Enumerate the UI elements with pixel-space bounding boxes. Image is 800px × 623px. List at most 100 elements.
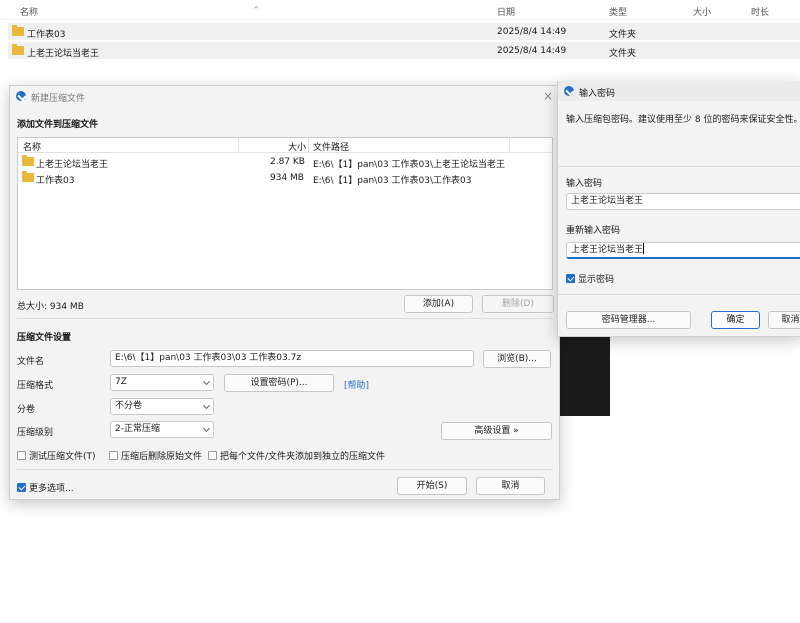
password-input[interactable]: 上老王论坛当老王 xyxy=(566,193,800,210)
add-files-heading: 添加文件到压缩文件 xyxy=(17,120,99,130)
header-name[interactable]: 名称 xyxy=(23,140,41,153)
cancel-button[interactable]: 取消 xyxy=(476,477,545,495)
folder-icon xyxy=(12,44,24,57)
item-path: E:\6\【1】pan\03 工作表03\上老王论坛当老王 xyxy=(313,160,505,170)
cancel-button[interactable]: 取消 xyxy=(768,311,800,329)
ok-button[interactable]: 确定 xyxy=(711,311,760,329)
item-path: E:\6\【1】pan\03 工作表03\工作表03 xyxy=(313,176,472,186)
split-select[interactable]: 不分卷 xyxy=(110,398,214,415)
sort-chevron-icon: ^ xyxy=(253,5,260,14)
row-type: 文件夹 xyxy=(609,30,637,40)
dialog-titlebar[interactable]: 输入密码 xyxy=(558,81,800,101)
test-archive-checkbox[interactable]: 测试压缩文件(T) xyxy=(17,449,96,462)
header-path[interactable]: 文件路径 xyxy=(313,140,349,153)
format-label: 压缩格式 xyxy=(17,381,54,391)
reenter-password-label: 重新输入密码 xyxy=(566,226,621,236)
advanced-settings-button[interactable]: 高级设置 » xyxy=(441,422,552,440)
delete-after-checkbox[interactable]: 压缩后删除原始文件 xyxy=(109,449,202,462)
chevron-down-icon xyxy=(202,424,211,433)
column-duration[interactable]: 时长 xyxy=(751,5,769,18)
chevron-down-icon xyxy=(202,401,211,410)
item-name: 工作表03 xyxy=(36,176,75,186)
divider xyxy=(17,469,553,470)
checkbox-checked-icon xyxy=(566,274,575,283)
chevron-down-icon xyxy=(202,377,211,386)
column-type[interactable]: 类型 xyxy=(609,5,627,18)
set-password-button[interactable]: 设置密码(P)... xyxy=(224,374,334,392)
text-caret xyxy=(643,243,645,254)
row-name: 上老王论坛当老王 xyxy=(27,49,100,59)
list-item[interactable]: 上老王论坛当老王 2.87 KB E:\6\【1】pan\03 工作表03\上老… xyxy=(18,155,552,171)
more-options-checkbox[interactable]: 更多选项... xyxy=(17,481,74,494)
row-name: 工作表03 xyxy=(27,30,66,40)
app-icon xyxy=(564,86,574,96)
reenter-password-input[interactable]: 上老王论坛当老王 xyxy=(566,242,800,259)
dialog-title: 输入密码 xyxy=(579,89,616,99)
row-type: 文件夹 xyxy=(609,49,637,59)
close-icon[interactable]: × xyxy=(543,89,553,103)
archive-settings-heading: 压缩文件设置 xyxy=(17,333,72,343)
format-value: 7Z xyxy=(115,377,127,387)
filename-label: 文件名 xyxy=(17,357,45,367)
divider xyxy=(558,166,800,167)
folder-icon xyxy=(22,171,34,184)
delete-button[interactable]: 删除(D) xyxy=(482,295,554,313)
checkbox-label: 测试压缩文件(T) xyxy=(29,452,96,462)
column-size[interactable]: 大小 xyxy=(693,5,711,18)
row-date: 2025/8/4 14:49 xyxy=(497,27,567,37)
level-select[interactable]: 2-正常压缩 xyxy=(110,421,214,438)
password-value: 上老王论坛当老王 xyxy=(571,196,644,206)
background-window xyxy=(556,330,610,416)
format-select[interactable]: 7Z xyxy=(110,374,214,391)
level-value: 2-正常压缩 xyxy=(115,424,160,434)
new-archive-dialog: 新建压缩文件 × 添加文件到压缩文件 名称 大小 文件路径 上老王论坛当老王 2… xyxy=(9,85,560,500)
list-item[interactable]: 工作表03 934 MB E:\6\【1】pan\03 工作表03\工作表03 xyxy=(18,171,552,187)
item-size: 934 MB xyxy=(270,173,304,183)
folder-icon xyxy=(22,155,34,168)
column-divider[interactable] xyxy=(238,138,239,153)
dialog-titlebar[interactable]: 新建压缩文件 × xyxy=(10,86,559,106)
app-icon xyxy=(16,91,26,101)
password-dialog: 输入密码 输入压缩包密码。建议使用至少 8 位的密码来保证安全性。 输入密码 上… xyxy=(557,81,800,337)
split-label: 分卷 xyxy=(17,405,36,415)
help-link[interactable]: [帮助] xyxy=(344,378,369,391)
checkbox-label: 显示密码 xyxy=(578,275,615,285)
row-date: 2025/8/4 14:49 xyxy=(497,46,567,56)
browse-button[interactable]: 浏览(B)... xyxy=(483,350,551,368)
checkbox-icon xyxy=(208,451,217,460)
item-size: 2.87 KB xyxy=(270,157,305,167)
checkbox-icon xyxy=(17,451,26,460)
file-explorer-list: 名称 ^ 日期 类型 大小 时长 工作表03 2025/8/4 14:49 文件… xyxy=(0,0,800,70)
checkbox-label: 把每个文件/文件夹添加到独立的压缩文件 xyxy=(220,452,386,462)
split-value: 不分卷 xyxy=(115,401,143,411)
password-manager-button[interactable]: 密码管理器... xyxy=(566,311,691,329)
column-name[interactable]: 名称 xyxy=(20,5,38,18)
separate-archives-checkbox[interactable]: 把每个文件/文件夹添加到独立的压缩文件 xyxy=(208,449,385,462)
dialog-title: 新建压缩文件 xyxy=(31,94,86,104)
start-button[interactable]: 开始(S) xyxy=(397,477,467,495)
item-name: 上老王论坛当老王 xyxy=(36,160,109,170)
explorer-row[interactable]: 上老王论坛当老王 2025/8/4 14:49 文件夹 xyxy=(8,42,800,59)
checkbox-label: 压缩后删除原始文件 xyxy=(121,452,203,462)
column-date[interactable]: 日期 xyxy=(497,5,515,18)
folder-icon xyxy=(12,25,24,38)
checkbox-icon xyxy=(109,451,118,460)
checkbox-label: 更多选项... xyxy=(29,484,74,494)
add-button[interactable]: 添加(A) xyxy=(404,295,473,313)
filename-input[interactable]: E:\6\【1】pan\03 工作表03\03 工作表03.7z xyxy=(110,350,474,367)
header-size[interactable]: 大小 xyxy=(288,140,306,153)
column-divider[interactable] xyxy=(509,138,510,153)
checkbox-checked-icon xyxy=(17,483,26,492)
total-size: 总大小: 934 MB xyxy=(17,302,84,312)
password-description: 输入压缩包密码。建议使用至少 8 位的密码来保证安全性。 xyxy=(566,115,800,125)
column-divider[interactable] xyxy=(308,138,309,153)
file-list[interactable]: 名称 大小 文件路径 上老王论坛当老王 2.87 KB E:\6\【1】pan\… xyxy=(17,137,553,290)
file-list-header: 名称 大小 文件路径 xyxy=(18,138,552,153)
enter-password-label: 输入密码 xyxy=(566,179,603,189)
explorer-header: 名称 ^ 日期 类型 大小 时长 xyxy=(0,0,800,20)
reenter-password-value: 上老王论坛当老王 xyxy=(571,245,644,255)
divider xyxy=(558,294,800,295)
level-label: 压缩级别 xyxy=(17,428,54,438)
show-password-checkbox[interactable]: 显示密码 xyxy=(566,272,614,285)
explorer-row[interactable]: 工作表03 2025/8/4 14:49 文件夹 xyxy=(8,23,800,40)
